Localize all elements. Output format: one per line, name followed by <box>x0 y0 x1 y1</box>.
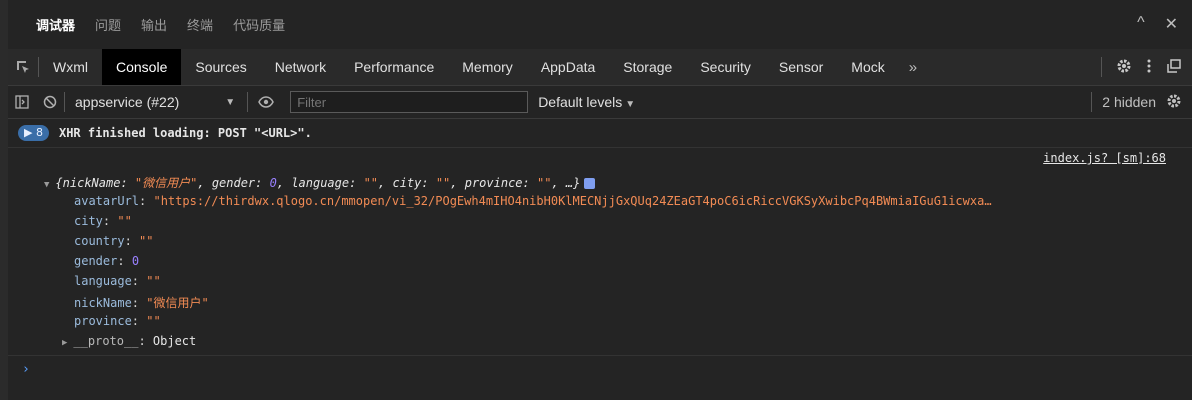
object-summary[interactable]: ▼ {nickName: "微信用户", gender: 0, language:… <box>44 174 596 191</box>
tab-problems[interactable]: 问题 <box>95 15 121 34</box>
property-row: country: "" <box>74 234 154 248</box>
tab-wxml[interactable]: Wxml <box>39 49 102 85</box>
tab-sources[interactable]: Sources <box>181 49 260 85</box>
property-row: nickName: "微信用户" <box>74 296 209 310</box>
sidebar-toggle-icon[interactable] <box>8 95 36 109</box>
log-levels-label: Default levels <box>538 94 623 110</box>
hidden-count: 2 hidden <box>1102 94 1156 110</box>
collapse-icon[interactable]: ^ <box>1137 14 1145 34</box>
tabbar-actions <box>1101 49 1182 85</box>
hidden-info: 2 hidden <box>1091 86 1182 118</box>
tab-storage[interactable]: Storage <box>609 49 686 85</box>
eye-icon[interactable] <box>248 96 284 108</box>
filter-input[interactable] <box>290 91 529 113</box>
console-prompt[interactable]: › <box>8 356 1192 382</box>
devtools-tab-bar: Wxml Console Sources Network Performance… <box>8 49 1192 86</box>
caret-down-icon: ▼ <box>625 99 636 110</box>
tab-terminal[interactable]: 终端 <box>187 15 213 34</box>
tab-sensor[interactable]: Sensor <box>765 49 837 85</box>
tab-network[interactable]: Network <box>261 49 340 85</box>
console-toolbar: appservice (#22) ▼ Default levels▼ 2 hid… <box>8 86 1192 119</box>
expanded-arrow-icon[interactable]: ▼ <box>44 180 49 190</box>
tab-mock[interactable]: Mock <box>837 49 898 85</box>
top-tab-bar: 调试器 问题 输出 终端 代码质量 ^ ✕ <box>8 0 1192 49</box>
tab-performance[interactable]: Performance <box>340 49 448 85</box>
repeat-count: 8 <box>35 126 43 139</box>
tab-security[interactable]: Security <box>686 49 765 85</box>
tab-code-quality[interactable]: 代码质量 <box>233 15 285 34</box>
prompt-chevron-icon: › <box>22 361 30 377</box>
tab-console[interactable]: Console <box>102 49 182 85</box>
close-icon[interactable]: ✕ <box>1165 14 1178 34</box>
source-link[interactable]: index.js? [sm]:68 <box>1043 151 1166 165</box>
tab-appdata[interactable]: AppData <box>527 49 609 85</box>
gear-icon[interactable] <box>1116 58 1132 77</box>
property-row: language: "" <box>74 274 161 288</box>
play-icon: ▶ <box>24 126 36 139</box>
tab-memory[interactable]: Memory <box>448 49 527 85</box>
info-icon[interactable] <box>584 178 596 189</box>
property-row: province: "" <box>74 314 161 328</box>
tab-debugger[interactable]: 调试器 <box>36 15 75 34</box>
property-row: city: "" <box>74 214 132 228</box>
tab-output[interactable]: 输出 <box>141 15 167 34</box>
devtools-panel: 调试器 问题 输出 终端 代码质量 ^ ✕ Wxml Console Sourc… <box>8 0 1192 400</box>
top-actions: ^ ✕ <box>1137 14 1178 34</box>
inspect-element-icon[interactable] <box>8 59 38 75</box>
caret-down-icon: ▼ <box>225 96 236 108</box>
proto-row[interactable]: ▶ __proto__: Object <box>62 334 196 348</box>
dock-side-icon[interactable] <box>1166 58 1182 77</box>
property-row: gender: 0 <box>74 254 140 268</box>
log-levels-dropdown[interactable]: Default levels ▼ <box>538 94 635 110</box>
property-row: avatarUrl: "https://thirdwx.qlogo.cn/mmo… <box>74 194 992 208</box>
console-message-xhr: ▶ 8 XHR finished loading: POST "<URL>". <box>8 119 1192 148</box>
repeat-count-badge[interactable]: ▶ 8 <box>18 125 49 141</box>
console-message-object: index.js? [sm]:68 ▼ {nickName: "微信用户", ge… <box>8 148 1192 356</box>
divider <box>1101 57 1102 77</box>
console-settings-gear-icon[interactable] <box>1166 93 1182 112</box>
xhr-message: XHR finished loading: POST "<URL>". <box>58 126 312 140</box>
context-selector[interactable]: appservice (#22) ▼ <box>65 94 247 110</box>
clear-console-icon[interactable] <box>36 95 64 109</box>
more-tabs-icon[interactable]: » <box>899 59 927 76</box>
context-label: appservice (#22) <box>75 94 180 110</box>
kebab-menu-icon[interactable] <box>1146 58 1152 77</box>
window-edge <box>0 0 8 400</box>
divider <box>1091 92 1093 112</box>
collapsed-arrow-icon[interactable]: ▶ <box>62 338 67 348</box>
